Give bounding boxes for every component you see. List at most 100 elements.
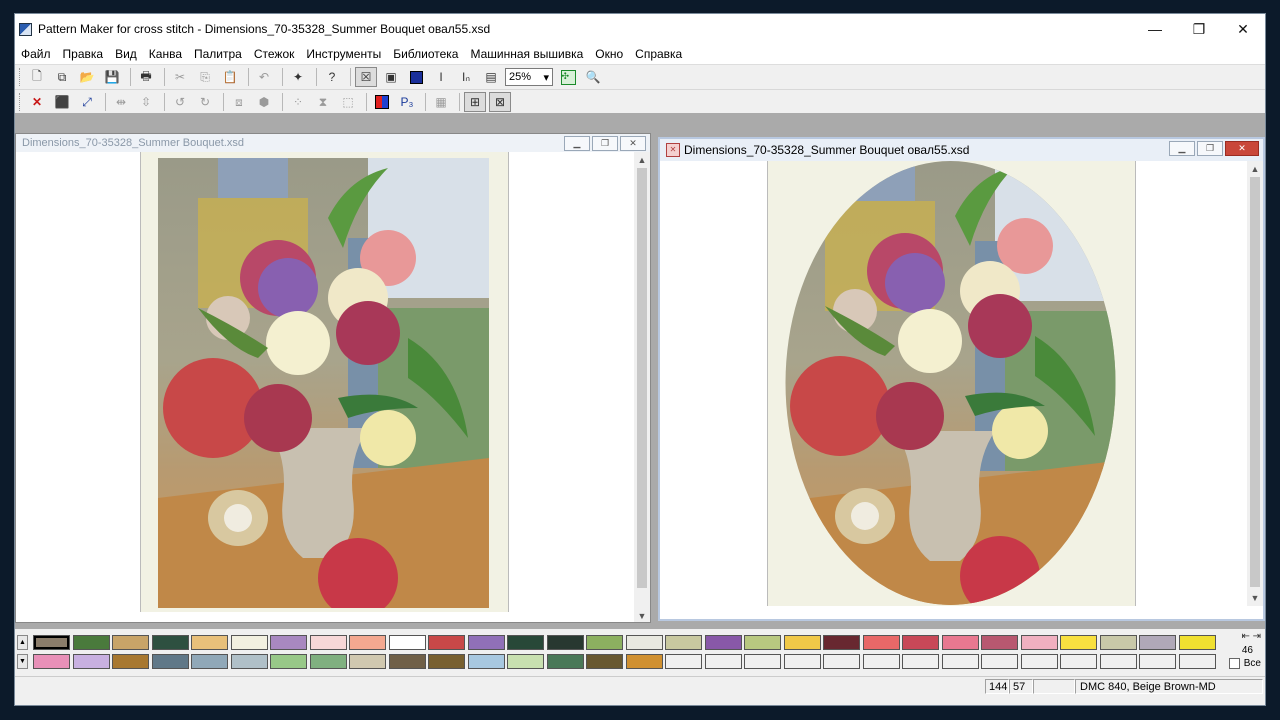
close-button[interactable]: ✕ bbox=[1221, 14, 1265, 44]
menu-tools[interactable]: Инструменты bbox=[300, 44, 387, 64]
left-canvas[interactable] bbox=[16, 152, 634, 622]
menu-edit[interactable]: Правка bbox=[57, 44, 110, 64]
help-icon[interactable]: ? bbox=[321, 67, 343, 87]
scroll-thumb[interactable] bbox=[637, 168, 647, 588]
palette-swatch[interactable] bbox=[1139, 635, 1176, 650]
zoom-tool-icon[interactable]: 🔍 bbox=[582, 67, 604, 87]
palette-swatch[interactable] bbox=[270, 635, 307, 650]
palette-swatch[interactable] bbox=[744, 635, 781, 650]
menu-file[interactable]: Файл bbox=[15, 44, 57, 64]
palette-swatch[interactable] bbox=[428, 635, 465, 650]
scroll-down-arrow[interactable]: ▼ bbox=[1247, 590, 1263, 606]
palette-swatch[interactable] bbox=[1020, 654, 1058, 669]
palette-swatch[interactable] bbox=[1178, 654, 1216, 669]
palette-swatch[interactable] bbox=[151, 635, 189, 650]
right-pattern-window[interactable]: ✕ Dimensions_70-35328_Summer Bouquet ова… bbox=[658, 137, 1265, 621]
replace-color-icon[interactable]: ⬛ bbox=[51, 92, 73, 112]
scroll-down-arrow[interactable]: ▼ bbox=[634, 608, 650, 622]
delete-icon[interactable]: ✕ bbox=[26, 92, 48, 112]
cut-icon[interactable]: ✂ bbox=[169, 67, 191, 87]
split-icon[interactable]: ⧗ bbox=[312, 92, 334, 112]
scroll-thumb[interactable] bbox=[1250, 177, 1260, 587]
palette-show-all[interactable]: Все bbox=[1228, 658, 1261, 669]
palette-swatch[interactable] bbox=[1020, 635, 1058, 650]
palette-swatch[interactable] bbox=[309, 635, 347, 650]
properties-icon[interactable]: ▤ bbox=[480, 67, 502, 87]
palette-swatch[interactable] bbox=[349, 635, 386, 650]
palette-swatch[interactable] bbox=[704, 654, 742, 669]
palette-swatch[interactable] bbox=[704, 635, 742, 650]
menu-canvas[interactable]: Канва bbox=[143, 44, 188, 64]
palette-swatch[interactable] bbox=[1178, 635, 1216, 650]
symbol-assign-icon[interactable]: P₃ bbox=[396, 92, 418, 112]
palette-swatch[interactable] bbox=[309, 654, 347, 669]
palette-swatch[interactable] bbox=[72, 654, 110, 669]
left-minimize-button[interactable]: ▁ bbox=[564, 136, 590, 151]
right-minimize-button[interactable]: ▁ bbox=[1169, 141, 1195, 156]
minimize-button[interactable]: — bbox=[1133, 14, 1177, 44]
palette-swatch[interactable] bbox=[112, 654, 149, 669]
left-window-titlebar[interactable]: Dimensions_70-35328_Summer Bouquet.xsd ▁… bbox=[16, 134, 650, 152]
palette-swatch[interactable] bbox=[862, 654, 900, 669]
paste-icon[interactable]: 📋 bbox=[219, 67, 241, 87]
open-folder-icon[interactable]: 📂 bbox=[76, 67, 98, 87]
palette-swatch[interactable] bbox=[625, 635, 663, 650]
palette-swatch[interactable] bbox=[1060, 654, 1097, 669]
right-canvas[interactable] bbox=[660, 161, 1245, 606]
crop-icon[interactable]: ⬚ bbox=[337, 92, 359, 112]
palette-swatch[interactable] bbox=[507, 654, 544, 669]
palette-swatch[interactable] bbox=[349, 654, 386, 669]
palette-swatch[interactable] bbox=[112, 635, 149, 650]
palette-swatch[interactable] bbox=[507, 635, 544, 650]
toolbar-grip[interactable] bbox=[19, 68, 23, 86]
fill-icon[interactable]: ✦ bbox=[287, 67, 309, 87]
menu-window[interactable]: Окно bbox=[589, 44, 629, 64]
palette-swatch[interactable] bbox=[467, 635, 505, 650]
palette-nav-icon[interactable]: ⇤ ⇥ bbox=[1241, 631, 1261, 642]
flip-horizontal-icon[interactable]: ⇹ bbox=[110, 92, 132, 112]
palette-swatch[interactable] bbox=[270, 654, 307, 669]
palette-swatch[interactable] bbox=[744, 654, 781, 669]
text-format-icon[interactable]: Iₙ bbox=[455, 67, 477, 87]
palette-swatch[interactable] bbox=[1139, 654, 1176, 669]
rotate-left-icon[interactable]: ↺ bbox=[169, 92, 191, 112]
right-window-titlebar[interactable]: ✕ Dimensions_70-35328_Summer Bouquet ова… bbox=[660, 139, 1263, 161]
flip-vertical-icon[interactable]: ⇳ bbox=[135, 92, 157, 112]
menu-library[interactable]: Библиотека bbox=[387, 44, 464, 64]
text-cursor-icon[interactable]: I bbox=[430, 67, 452, 87]
palette-swatch[interactable] bbox=[230, 635, 268, 650]
undo-icon[interactable]: ↶ bbox=[253, 67, 275, 87]
palette-swatch[interactable] bbox=[823, 635, 860, 650]
palette-swatch[interactable] bbox=[191, 654, 228, 669]
scatter-icon[interactable]: ⁘ bbox=[287, 92, 309, 112]
grid-toggle-icon[interactable]: ⊞ bbox=[464, 92, 486, 112]
palette-swatch[interactable] bbox=[1060, 635, 1097, 650]
palette-swatch[interactable] bbox=[625, 654, 663, 669]
palette-swatch[interactable] bbox=[665, 654, 702, 669]
palette-swatch[interactable] bbox=[191, 635, 228, 650]
palette-colors-icon[interactable] bbox=[371, 92, 393, 112]
palette-scroll-up-icon[interactable]: ▲ bbox=[17, 635, 28, 650]
cross-grid-icon[interactable]: ⊠ bbox=[489, 92, 511, 112]
mirror-icon[interactable]: ⧈ bbox=[228, 92, 250, 112]
right-close-button[interactable]: ✕ bbox=[1225, 141, 1259, 156]
left-restore-button[interactable]: ❐ bbox=[592, 136, 618, 151]
palette-swatch[interactable] bbox=[823, 654, 860, 669]
palette-swatch[interactable] bbox=[981, 654, 1018, 669]
menu-machine-embroidery[interactable]: Машинная вышивка bbox=[464, 44, 589, 64]
palette-swatch[interactable] bbox=[72, 635, 110, 650]
left-close-button[interactable]: ✕ bbox=[620, 136, 646, 151]
palette-swatch[interactable] bbox=[862, 635, 900, 650]
symbol-view-icon[interactable]: ▣ bbox=[380, 67, 402, 87]
palette-swatch[interactable] bbox=[428, 654, 465, 669]
left-pattern-window[interactable]: Dimensions_70-35328_Summer Bouquet.xsd ▁… bbox=[15, 133, 651, 623]
palette-swatch[interactable] bbox=[546, 654, 584, 669]
new-window-icon[interactable]: ⧉ bbox=[51, 67, 73, 87]
right-restore-button[interactable]: ❐ bbox=[1197, 141, 1223, 156]
group-icon[interactable]: ⬢ bbox=[253, 92, 275, 112]
new-file-icon[interactable]: 🗋 bbox=[26, 67, 48, 87]
palette-swatch[interactable] bbox=[941, 654, 979, 669]
left-vertical-scrollbar[interactable]: ▲ ▼ bbox=[634, 152, 650, 622]
palette-swatch[interactable] bbox=[902, 654, 939, 669]
palette-swatch[interactable] bbox=[941, 635, 979, 650]
